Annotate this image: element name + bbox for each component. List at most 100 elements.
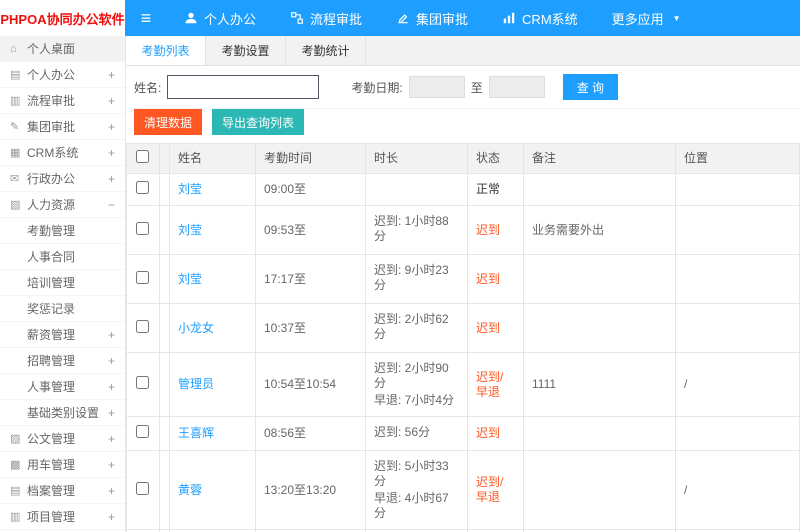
sidebar-item-label: 招聘管理 — [27, 354, 76, 368]
workflow-icon — [290, 11, 304, 25]
expand-icon[interactable]: + — [108, 146, 115, 160]
clean-data-button[interactable]: 清理数据 — [134, 109, 203, 135]
nav-item-personal-office[interactable]: 个人办公 — [167, 0, 273, 36]
name-label: 姓名: — [134, 80, 162, 95]
location-cell — [675, 303, 800, 353]
export-list-button[interactable]: 导出查询列表 — [212, 109, 305, 135]
select-all-checkbox[interactable] — [136, 150, 149, 163]
menu-toggle-button[interactable]: ≡ — [125, 0, 167, 36]
expand-icon[interactable]: + — [108, 68, 115, 82]
nav-item-more-apps[interactable]: 更多应用 ▼ — [595, 0, 698, 36]
sidebar-item-label: 奖惩记录 — [27, 302, 76, 316]
sidebar-item-attendance-mgmt[interactable]: 考勤管理 — [0, 218, 125, 244]
sidebar-item-training-mgmt[interactable]: 培训管理 — [0, 270, 125, 296]
col-header-location: 位置 — [675, 143, 800, 174]
folder-icon: ▤ — [10, 485, 21, 497]
sidebar-item-label: 人事合同 — [27, 250, 76, 264]
row-checkbox[interactable] — [136, 221, 149, 235]
remark-cell — [523, 450, 676, 530]
sidebar-item-base-category-settings[interactable]: 基础类别设置 + — [0, 400, 125, 426]
sidebar-item-desktop[interactable]: ⌂ 个人桌面 — [0, 36, 125, 62]
sidebar-item-personnel-mgmt[interactable]: 人事管理 + — [0, 374, 125, 400]
sidebar-item-recruit-mgmt[interactable]: 招聘管理 + — [0, 348, 125, 374]
nav-label: 个人办公 — [204, 11, 257, 27]
edit-icon — [396, 11, 410, 25]
search-button[interactable]: 查 询 — [562, 74, 619, 100]
expand-icon[interactable]: + — [108, 354, 115, 368]
sidebar-item-workflow-approval[interactable]: ▥ 流程审批 + — [0, 88, 125, 114]
nav-item-group-approval[interactable]: 集团审批 — [379, 0, 485, 36]
sidebar-item-rewards-records[interactable]: 奖惩记录 — [0, 296, 125, 322]
employee-name-link[interactable]: 刘莹 — [178, 182, 202, 196]
sidebar-item-archive-mgmt[interactable]: ▤ 档案管理 + — [0, 478, 125, 504]
sidebar-item-hr[interactable]: ▧ 人力资源 − — [0, 192, 125, 218]
sidebar-item-label: 考勤管理 — [27, 224, 76, 238]
sidebar-item-label: 人力资源 — [27, 198, 76, 212]
expand-icon[interactable]: + — [108, 510, 115, 524]
spacer-column — [159, 143, 170, 174]
project-icon: ▥ — [10, 511, 21, 523]
employee-name-link[interactable]: 刘莹 — [178, 223, 202, 237]
expand-icon[interactable]: + — [108, 172, 115, 186]
row-checkbox[interactable] — [136, 481, 149, 495]
tab-attendance-stats[interactable]: 考勤统计 — [286, 36, 366, 65]
sidebar-item-label: CRM系统 — [27, 146, 79, 160]
chart-icon: ▦ — [10, 147, 21, 159]
employee-name-link[interactable]: 小龙女 — [178, 321, 214, 335]
expand-icon[interactable]: + — [108, 432, 115, 446]
employee-name-link[interactable]: 管理员 — [178, 377, 214, 391]
date-start-input[interactable] — [408, 76, 465, 98]
duration-cell: 迟到: 56分 — [365, 416, 468, 451]
row-checkbox[interactable] — [136, 376, 149, 389]
sidebar-item-label: 培训管理 — [27, 276, 76, 290]
tab-attendance-list[interactable]: 考勤列表 — [126, 36, 206, 65]
sidebar-item-crm[interactable]: ▦ CRM系统 + — [0, 140, 125, 166]
nav-item-crm[interactable]: CRM系统 — [485, 0, 595, 36]
sidebar-item-hr-contract[interactable]: 人事合同 — [0, 244, 125, 270]
sidebar-item-document-mgmt[interactable]: ▨ 公文管理 + — [0, 426, 125, 452]
employee-name-link[interactable]: 黄蓉 — [178, 483, 202, 497]
row-checkbox[interactable] — [136, 270, 149, 284]
duration-cell: 迟到: 1小时88分 — [365, 205, 468, 255]
sidebar-item-label: 项目管理 — [27, 510, 76, 524]
table-row: 黄蓉 13:20至13:20 迟到: 5小时33分 早退: 4小时67分 迟到/早… — [126, 450, 800, 530]
name-input[interactable] — [167, 75, 320, 99]
main-content: 考勤列表 考勤设置 考勤统计 姓名: 考勤日期: 至 查 询 清理数据 导出查询… — [125, 36, 800, 532]
expand-icon[interactable]: + — [108, 328, 115, 342]
row-checkbox[interactable] — [136, 319, 149, 333]
sidebar-item-vehicle-mgmt[interactable]: ▩ 用车管理 + — [0, 452, 125, 478]
status-text: 迟到 — [476, 426, 501, 440]
sidebar-item-personal-office[interactable]: ▤ 个人办公 + — [0, 62, 125, 88]
remark-cell — [523, 303, 676, 353]
col-header-remark: 备注 — [523, 143, 676, 174]
nav-label: CRM系统 — [522, 11, 578, 27]
row-checkbox[interactable] — [136, 181, 149, 194]
employee-name-link[interactable]: 刘莹 — [178, 272, 202, 286]
sidebar-item-label: 集团审批 — [27, 120, 76, 134]
expand-icon[interactable]: + — [108, 380, 115, 394]
status-text: 正常 — [476, 182, 501, 196]
sidebar-item-label: 基础类别设置 — [27, 406, 100, 420]
sidebar-item-label: 行政办公 — [27, 172, 76, 186]
sidebar-item-project-mgmt[interactable]: ▥ 项目管理 + — [0, 504, 125, 530]
expand-icon[interactable]: + — [108, 458, 115, 472]
document-icon: ▨ — [10, 433, 21, 445]
location-cell — [675, 173, 800, 206]
sidebar-item-admin-office[interactable]: ✉ 行政办公 + — [0, 166, 125, 192]
expand-icon[interactable]: + — [108, 94, 115, 108]
expand-icon[interactable]: + — [108, 406, 115, 420]
remark-cell — [523, 173, 676, 206]
expand-icon[interactable]: + — [108, 120, 115, 134]
sidebar-item-group-approval[interactable]: ✎ 集团审批 + — [0, 114, 125, 140]
duration-cell: 迟到: 9小时23分 — [365, 254, 468, 304]
expand-icon[interactable]: + — [108, 484, 115, 498]
tab-attendance-settings[interactable]: 考勤设置 — [206, 36, 286, 65]
sidebar-item-salary-mgmt[interactable]: 薪资管理 + — [0, 322, 125, 348]
nav-item-workflow-approval[interactable]: 流程审批 — [273, 0, 379, 36]
row-checkbox[interactable] — [136, 425, 149, 438]
duration-cell: 迟到: 2小时90分 早退: 7小时4分 — [365, 352, 468, 417]
employee-name-link[interactable]: 王喜辉 — [178, 426, 214, 440]
attendance-time: 09:53至 — [255, 205, 366, 255]
collapse-icon[interactable]: − — [108, 198, 115, 212]
date-end-input[interactable] — [488, 76, 545, 98]
